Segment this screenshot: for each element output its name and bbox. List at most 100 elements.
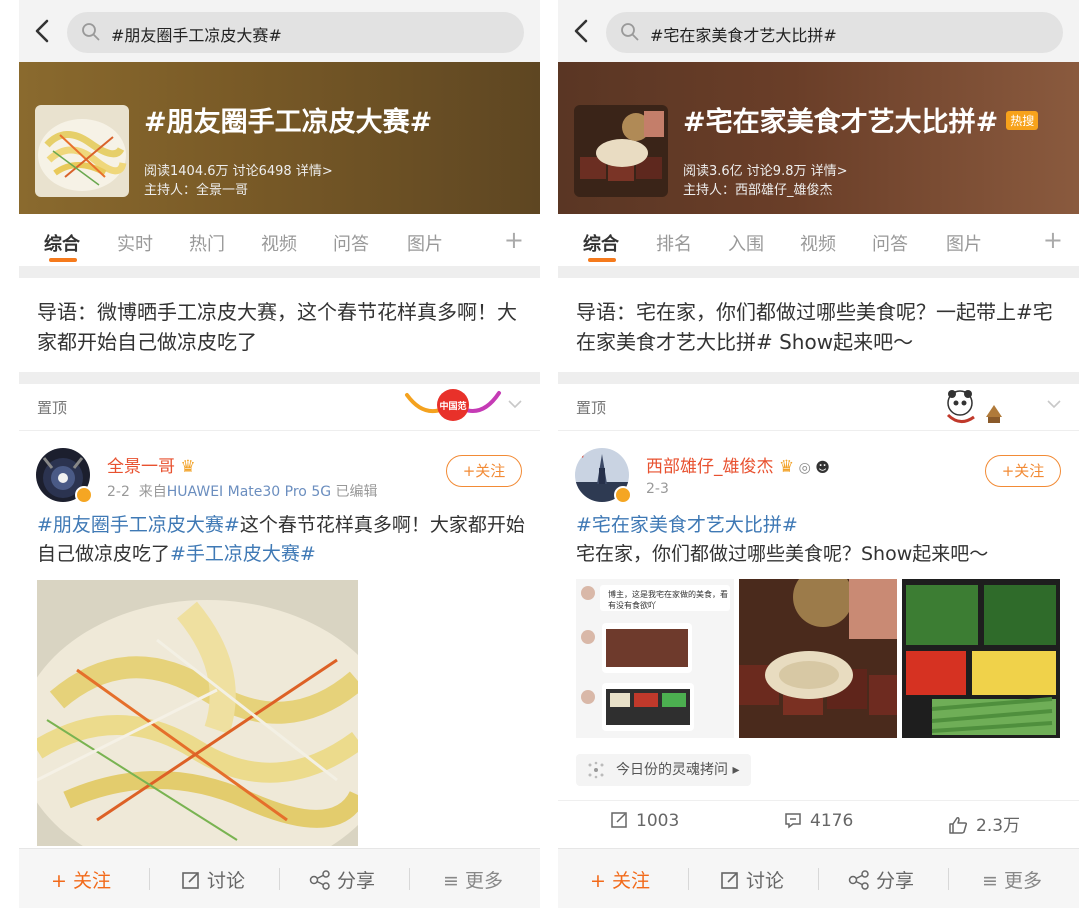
bottom-follow-button[interactable]: + 关注 bbox=[51, 866, 111, 893]
like-button[interactable]: 2.3万 bbox=[948, 811, 1020, 836]
active-tab-indicator bbox=[588, 258, 616, 262]
topic-stats[interactable]: 阅读1404.6万 讨论6498 详情> bbox=[144, 160, 333, 179]
tab-ranking[interactable]: 排名 bbox=[656, 230, 692, 256]
back-icon[interactable] bbox=[33, 18, 53, 44]
topic-banner: #宅在家美食才艺大比拼# 热搜 阅读3.6亿 讨论9.8万 详情> 主持人：西部雄… bbox=[558, 62, 1079, 214]
comment-button[interactable]: 4176 bbox=[784, 811, 853, 831]
follow-button[interactable]: +关注 bbox=[446, 455, 522, 487]
tab-images[interactable]: 图片 bbox=[946, 230, 982, 256]
svg-text:中国范: 中国范 bbox=[439, 400, 466, 412]
divider bbox=[558, 430, 1079, 431]
search-query: #宅在家美食才艺大比拼# bbox=[650, 26, 837, 45]
search-input[interactable]: #朋友圈手工凉皮大赛# bbox=[67, 12, 524, 53]
bottom-share-button[interactable]: 分享 bbox=[309, 866, 375, 893]
hashtag-link[interactable]: #宅在家美食才艺大比拼# bbox=[576, 514, 798, 536]
tab-bar: 综合 排名 入围 视频 问答 图片 + bbox=[558, 214, 1079, 266]
tab-bar: 综合 实时 热门 视频 问答 图片 + bbox=[19, 214, 540, 266]
separator bbox=[948, 868, 949, 890]
tab-comprehensive[interactable]: 综合 bbox=[44, 230, 80, 256]
bottom-discuss-button[interactable]: 讨论 bbox=[181, 866, 245, 893]
post-body: #宅在家美食才艺大比拼# 宅在家，你们都做过哪些美食呢？Show起来吧～ bbox=[576, 514, 989, 565]
tab-qa[interactable]: 问答 bbox=[333, 230, 369, 256]
post-image-steak[interactable] bbox=[739, 579, 897, 738]
bottom-share-button[interactable]: 分享 bbox=[848, 866, 914, 893]
tab-realtime[interactable]: 实时 bbox=[117, 230, 153, 256]
thumbs-up-icon bbox=[949, 817, 968, 834]
bottom-follow-button[interactable]: + 关注 bbox=[590, 866, 650, 893]
pinned-label: 置顶 bbox=[37, 399, 68, 417]
tab-shortlist[interactable]: 入围 bbox=[728, 230, 764, 256]
tab-video[interactable]: 视频 bbox=[800, 230, 836, 256]
tab-images[interactable]: 图片 bbox=[407, 230, 443, 256]
bottom-more-button[interactable]: ≡ 更多 bbox=[982, 866, 1042, 893]
add-tab-icon[interactable]: + bbox=[504, 226, 524, 254]
topic-banner: #朋友圈手工凉皮大赛# 阅读1404.6万 讨论6498 详情> 主持人：全景一… bbox=[19, 62, 540, 214]
active-tab-indicator bbox=[49, 258, 77, 262]
topic-title: #宅在家美食才艺大比拼# 热搜 bbox=[683, 100, 1039, 139]
section-gap bbox=[19, 266, 540, 278]
pinned-header: 置顶 bbox=[558, 385, 1079, 429]
separator bbox=[149, 868, 150, 890]
repost-button[interactable]: 1003 bbox=[610, 811, 679, 831]
post-device[interactable]: HUAWEI Mate30 Pro 5G bbox=[167, 484, 331, 500]
post-image[interactable] bbox=[37, 580, 358, 846]
back-icon[interactable] bbox=[572, 18, 592, 44]
hashtag-link[interactable]: #朋友圈手工凉皮大赛# bbox=[37, 514, 240, 536]
separator bbox=[818, 868, 819, 890]
share-icon bbox=[848, 870, 869, 890]
sparkle-icon bbox=[588, 761, 604, 779]
separator bbox=[688, 868, 689, 890]
topic-stats[interactable]: 阅读3.6亿 讨论9.8万 详情> bbox=[683, 160, 848, 179]
location-tag[interactable]: 今日份的灵魂拷问 ▸ bbox=[576, 754, 752, 786]
search-input[interactable]: #宅在家美食才艺大比拼# bbox=[606, 12, 1063, 53]
search-bar: #朋友圈手工凉皮大赛# bbox=[19, 0, 540, 62]
tab-video[interactable]: 视频 bbox=[261, 230, 297, 256]
post-image-chat[interactable]: 博主，这是我宅在家做的美食，看有没有食欲吖 bbox=[576, 579, 734, 738]
edit-icon bbox=[182, 872, 199, 889]
post-header: 全景一哥 ♛ 2-2 来自HUAWEI Mate30 Pro 5G 已编辑 +关… bbox=[19, 440, 540, 510]
left-screen: #朋友圈手工凉皮大赛# #朋友圈手工凉皮大赛# 阅读1404.6万 讨论6498… bbox=[19, 0, 540, 908]
hashtag-link[interactable]: #手工凉皮大赛# bbox=[170, 543, 316, 565]
verified-badge-icon bbox=[75, 486, 93, 504]
topic-title: #朋友圈手工凉皮大赛# bbox=[144, 107, 433, 138]
separator bbox=[279, 868, 280, 890]
section-gap bbox=[558, 266, 1079, 278]
bottom-discuss-button[interactable]: 讨论 bbox=[720, 866, 784, 893]
post-image-vegetables[interactable] bbox=[902, 579, 1060, 738]
add-tab-icon[interactable]: + bbox=[1043, 226, 1063, 254]
post-username[interactable]: 西部雄仔_雄俊杰 ♛ ◎ ☻ bbox=[646, 452, 830, 477]
topic-intro: 导语：微博晒手工凉皮大赛，这个春节花样真多啊！大家都开始自己做凉皮吃了 bbox=[37, 300, 517, 354]
topic-intro: 导语：宅在家，你们都做过哪些美食呢？一起带上#宅在家美食才艺大比拼# Show起… bbox=[576, 300, 1053, 354]
post-header: 西部雄仔_雄俊杰 ♛ ◎ ☻ 2-3 +关注 bbox=[558, 440, 1079, 510]
tab-qa[interactable]: 问答 bbox=[872, 230, 908, 256]
verified-badge-icon bbox=[614, 486, 632, 504]
share-icon bbox=[309, 870, 330, 890]
comment-icon bbox=[785, 813, 801, 829]
post-body: #朋友圈手工凉皮大赛#这个春节花样真多啊！大家都开始自己做凉皮吃了#手工凉皮大赛… bbox=[37, 514, 525, 565]
chevron-down-icon[interactable] bbox=[1045, 395, 1063, 413]
section-gap bbox=[19, 372, 540, 384]
repost-icon bbox=[611, 812, 627, 828]
divider bbox=[19, 430, 540, 431]
bottom-action-bar: + 关注 讨论 分享 ≡ 更多 bbox=[19, 848, 540, 908]
follow-button[interactable]: +关注 bbox=[985, 455, 1061, 487]
crown-icon: ♛ bbox=[180, 457, 196, 477]
pinned-header: 置顶 中国范 bbox=[19, 385, 540, 429]
post-actions: 1003 4176 2.3万 bbox=[558, 800, 1079, 842]
search-query: #朋友圈手工凉皮大赛# bbox=[111, 26, 282, 45]
panda-icon: ☻ bbox=[810, 460, 830, 476]
tab-comprehensive[interactable]: 综合 bbox=[583, 230, 619, 256]
panda-decoration-icon bbox=[946, 390, 1002, 423]
crown-icon: ♛ bbox=[778, 457, 795, 477]
chat-message: 博主，这是我宅在家做的美食，看有没有食欲吖 bbox=[608, 590, 728, 610]
tab-hot[interactable]: 热门 bbox=[189, 230, 225, 256]
search-icon bbox=[621, 23, 639, 41]
hot-search-badge: 热搜 bbox=[1006, 111, 1039, 130]
post-username[interactable]: 全景一哥 ♛ bbox=[107, 452, 196, 477]
search-icon bbox=[82, 23, 100, 41]
chevron-down-icon[interactable] bbox=[506, 395, 524, 413]
bottom-action-bar: + 关注 讨论 分享 ≡ 更多 bbox=[558, 848, 1079, 908]
topic-host: 主持人：西部雄仔_雄俊杰 bbox=[683, 183, 833, 198]
section-gap bbox=[558, 372, 1079, 384]
bottom-more-button[interactable]: ≡ 更多 bbox=[443, 866, 503, 893]
